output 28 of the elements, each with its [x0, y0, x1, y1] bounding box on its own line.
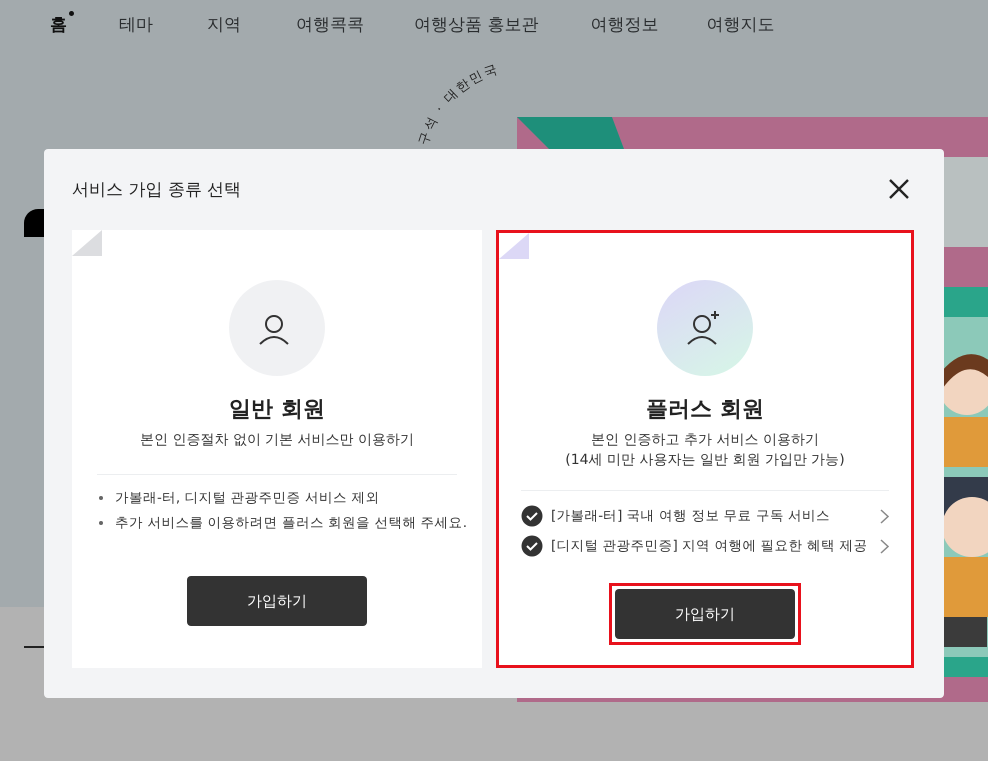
card-title: 플러스 회원	[646, 396, 764, 424]
chevron-right-icon	[880, 538, 889, 554]
nav-tab[interactable]: 여행콕콕	[296, 8, 372, 36]
card-description: (14세 미만 사용자는 일반 회원 가입만 가능)	[565, 451, 845, 470]
card-description: 본인 인증하고 추가 서비스 이용하기	[591, 431, 819, 450]
bullet-icon	[99, 521, 103, 525]
signup-button[interactable]: 가입하기	[615, 589, 795, 639]
feature-text: 가볼래-터, 디지털 관광주민증 서비스 제외	[115, 489, 380, 507]
corner-fold	[499, 233, 529, 259]
dialog-title: 서비스 가입 종류 선택	[72, 178, 242, 200]
signup-button[interactable]: 가입하기	[187, 576, 367, 626]
chevron-right-icon	[880, 508, 889, 524]
card-title: 일반 회원	[229, 396, 325, 424]
close-icon	[888, 178, 910, 200]
feature-text: 추가 서비스를 이용하려면 플러스 회원을 선택해 주세요.	[115, 514, 468, 532]
check-icon	[521, 505, 543, 527]
card-description: 본인 인증절차 없이 기본 서비스만 이용하기	[140, 431, 414, 450]
nav-tab[interactable]: 홈	[50, 8, 75, 36]
feature-link[interactable]: [디지털 관광주민증] 지역 여행에 필요한 혜택 제공	[521, 535, 889, 557]
check-icon	[521, 535, 543, 557]
nav-tab[interactable]: 여행정보	[590, 8, 666, 36]
nav-tab[interactable]: 지역	[207, 8, 249, 36]
bullet-icon	[99, 496, 103, 500]
feature-link[interactable]: [가볼래-터] 국내 여행 정보 무료 구독 서비스	[521, 505, 889, 527]
nav-tab[interactable]: 테마	[119, 8, 161, 36]
nav-tab[interactable]: 여행지도	[706, 8, 782, 36]
corner-fold	[72, 230, 102, 256]
nav-tab[interactable]: 여행상품 홍보관	[414, 8, 546, 36]
